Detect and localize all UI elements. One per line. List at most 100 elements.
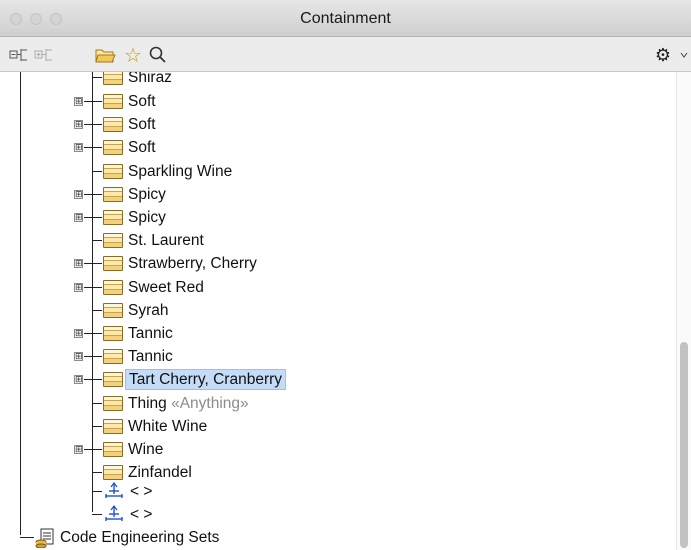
tree-item-label: Syrah bbox=[125, 300, 172, 321]
tree-item-name: Soft bbox=[128, 93, 156, 110]
window-title: Containment bbox=[300, 10, 391, 27]
expand-toggle-icon[interactable]: ⊞ bbox=[74, 259, 83, 269]
tree-item[interactable]: ⊞ Strawberry, Cherry bbox=[0, 252, 676, 275]
scrollbar-thumb[interactable] bbox=[680, 342, 688, 548]
collapse-all-icon[interactable] bbox=[8, 44, 30, 66]
class-icon bbox=[103, 279, 123, 295]
class-icon bbox=[103, 442, 123, 457]
toolbar: ☆ ⚙ bbox=[0, 37, 691, 72]
tree-item-label: Sparkling Wine bbox=[125, 161, 235, 182]
expand-toggle-icon[interactable]: ⊞ bbox=[74, 282, 83, 292]
tree-item-label: Tannic bbox=[125, 346, 176, 367]
tree-item-name: Tannic bbox=[128, 325, 173, 342]
class-icon bbox=[103, 326, 123, 341]
class-icon bbox=[103, 72, 123, 85]
class-icon bbox=[103, 117, 123, 133]
tree-item-label: < > bbox=[130, 483, 153, 500]
tree-item-name: Sparkling Wine bbox=[128, 162, 233, 180]
tree-item-name: Tart Cherry, Cranberry bbox=[129, 371, 283, 389]
tree-item-association[interactable]: < > bbox=[0, 480, 676, 503]
tree-item-label: Thing «Anything» bbox=[125, 393, 252, 414]
tree-item-name: Thing bbox=[128, 394, 167, 412]
class-icon bbox=[103, 233, 123, 249]
association-icon bbox=[105, 482, 123, 498]
tree-item-label: Code Engineering Sets bbox=[60, 529, 220, 546]
window-titlebar: Containment bbox=[0, 0, 691, 37]
class-icon bbox=[103, 210, 123, 225]
tree-item-partial[interactable]: Shiraz bbox=[0, 72, 676, 89]
tree-item[interactable]: ⊞ Tart Cherry, Cranberry bbox=[0, 368, 676, 391]
expand-toggle-icon[interactable]: ⊞ bbox=[74, 352, 83, 362]
tree-item[interactable]: Syrah bbox=[0, 299, 676, 322]
expand-all-icon[interactable] bbox=[33, 44, 55, 66]
expand-toggle-icon[interactable]: ⊞ bbox=[74, 329, 83, 338]
dropdown-arrow-icon[interactable] bbox=[676, 44, 691, 66]
search-icon[interactable] bbox=[147, 44, 169, 66]
tree-item-label: White Wine bbox=[125, 416, 210, 437]
tree-item-label: Strawberry, Cherry bbox=[125, 253, 260, 274]
tree-item-name: Spicy bbox=[128, 209, 166, 226]
favorite-star-icon[interactable]: ☆ bbox=[122, 44, 144, 67]
open-folder-icon[interactable] bbox=[93, 44, 117, 66]
tree-item-code-engineering-sets[interactable]: Code Engineering Sets bbox=[0, 526, 676, 549]
tree-item-name: Tannic bbox=[128, 348, 173, 366]
tree-item-association[interactable]: < > bbox=[0, 503, 676, 526]
class-icon bbox=[103, 140, 123, 156]
class-icon bbox=[103, 465, 123, 481]
tree-item[interactable]: ⊞ Spicy bbox=[0, 183, 676, 206]
tree-item[interactable]: ⊞ Soft bbox=[0, 136, 676, 159]
tree-item[interactable]: White Wine bbox=[0, 415, 676, 438]
tree-item-name: Syrah bbox=[128, 301, 169, 319]
tree-item-label: Soft bbox=[125, 114, 159, 135]
tree-item[interactable]: Thing «Anything» bbox=[0, 392, 676, 415]
class-icon bbox=[103, 302, 123, 318]
expand-toggle-icon[interactable]: ⊞ bbox=[74, 120, 83, 130]
tree-item-name: Zinfandel bbox=[128, 464, 192, 482]
containment-tree[interactable]: Shiraz ⊞ Soft ⊞ Soft ⊞ Soft Sparkling Wine ⊞ Spi… bbox=[0, 72, 676, 550]
tree-item[interactable]: ⊞ Sweet Red bbox=[0, 276, 676, 299]
tree-item-name: Soft bbox=[128, 139, 156, 157]
tree-item-label: Wine bbox=[125, 439, 166, 460]
tree-item-name: Wine bbox=[128, 441, 164, 458]
tree-item[interactable]: ⊞ Soft bbox=[0, 90, 676, 113]
tree-item[interactable]: Sparkling Wine bbox=[0, 160, 676, 183]
tree-item-name: Soft bbox=[128, 116, 156, 134]
expand-toggle-icon[interactable]: ⊞ bbox=[74, 213, 83, 222]
tree-item-label: Tart Cherry, Cranberry bbox=[125, 369, 287, 391]
tree-item[interactable]: ⊞ Wine bbox=[0, 438, 676, 461]
class-icon bbox=[103, 94, 123, 109]
expand-toggle-icon[interactable]: ⊞ bbox=[74, 97, 83, 106]
vertical-scrollbar[interactable] bbox=[676, 72, 691, 550]
class-icon bbox=[103, 256, 123, 272]
class-icon bbox=[103, 418, 123, 434]
tree-item-name: St. Laurent bbox=[128, 232, 204, 250]
gear-icon[interactable]: ⚙ bbox=[652, 44, 674, 66]
association-icon bbox=[105, 505, 123, 521]
class-icon bbox=[103, 186, 123, 202]
expand-toggle-icon[interactable]: ⊞ bbox=[74, 375, 83, 385]
tree-item-label: Soft bbox=[125, 137, 159, 158]
stereotype-label: «Anything» bbox=[171, 394, 249, 412]
tree-item-label: Spicy bbox=[125, 184, 169, 205]
tree-item-label: Sweet Red bbox=[125, 277, 207, 298]
tree-item[interactable]: ⊞ Tannic bbox=[0, 345, 676, 368]
class-icon bbox=[103, 395, 123, 411]
tree-item-label: St. Laurent bbox=[125, 230, 207, 251]
tree-item-name: Strawberry, Cherry bbox=[128, 255, 257, 273]
tree-item[interactable]: ⊞ Spicy bbox=[0, 206, 676, 229]
tree-item[interactable]: ⊞ Soft bbox=[0, 113, 676, 136]
tree-item-label: Tannic bbox=[125, 323, 176, 344]
expand-toggle-icon[interactable]: ⊞ bbox=[74, 143, 83, 153]
tree-item-name: White Wine bbox=[128, 417, 208, 435]
tree-item-name: Sweet Red bbox=[128, 278, 204, 296]
tree-item-label: Shiraz bbox=[128, 72, 172, 86]
tree-item-label: Spicy bbox=[125, 207, 169, 228]
code-engineering-sets-icon bbox=[35, 528, 54, 548]
expand-toggle-icon[interactable]: ⊞ bbox=[74, 189, 83, 199]
tree-item[interactable]: St. Laurent bbox=[0, 229, 676, 252]
expand-toggle-icon[interactable]: ⊞ bbox=[74, 445, 83, 454]
tree-item[interactable]: ⊞ Tannic bbox=[0, 322, 676, 345]
tree-item-name: Spicy bbox=[128, 185, 166, 203]
class-icon bbox=[103, 163, 123, 179]
class-icon bbox=[103, 349, 123, 365]
